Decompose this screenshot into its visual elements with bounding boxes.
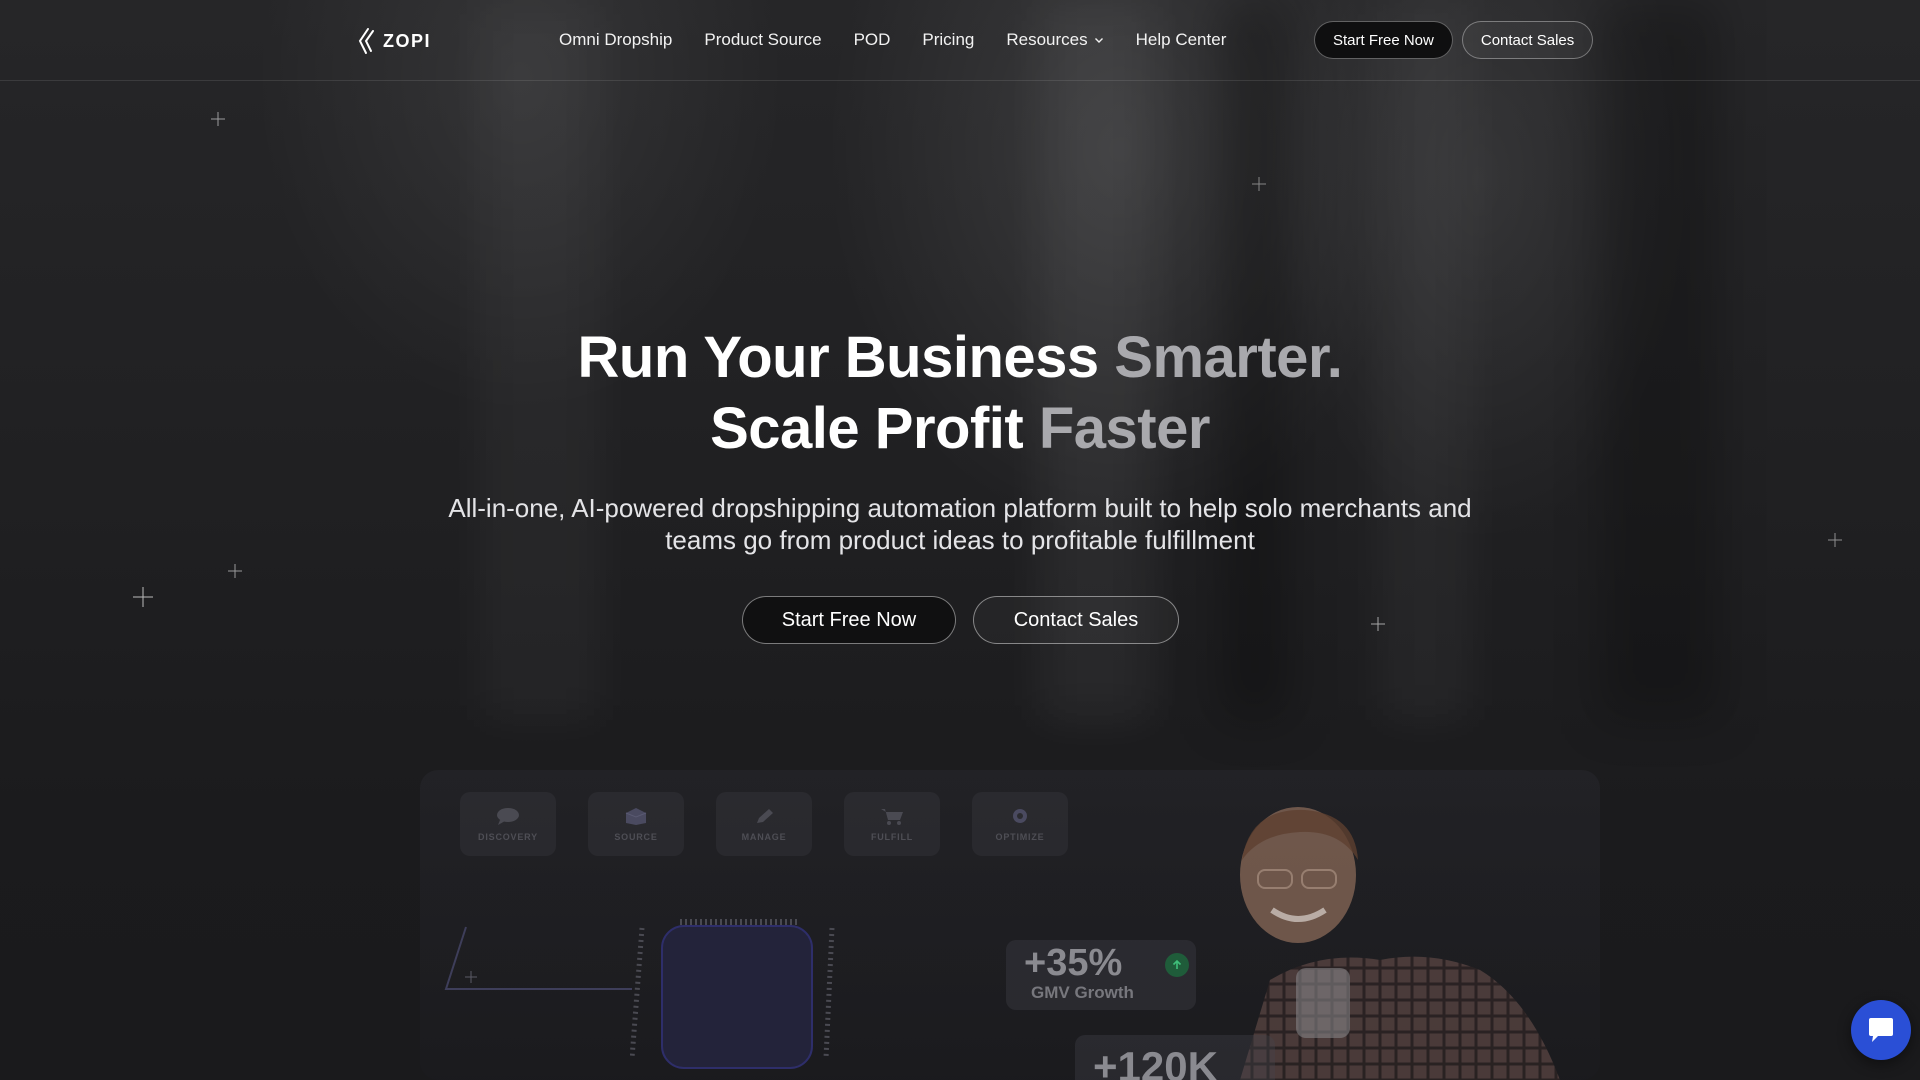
nav-item-resources-label: Resources	[1006, 30, 1088, 49]
logo-text: ZOPI	[383, 30, 432, 51]
site-header: ZOPI Omni Dropship Product Source POD Pr…	[0, 0, 1920, 81]
second-stat-card: +120K	[1075, 1035, 1275, 1080]
stage-manage: MANAGE	[716, 792, 812, 856]
hero-subtitle-line2: teams go from product ideas to profitabl…	[665, 525, 1255, 555]
hero-title-line2-white: Scale Profit	[710, 396, 1039, 461]
nav-item-help-center[interactable]: Help Center	[1136, 30, 1227, 50]
gear-icon	[1013, 809, 1027, 823]
header-contact-sales-button[interactable]: Contact Sales	[1461, 21, 1594, 59]
chat-icon	[1869, 1018, 1893, 1042]
nav-item-pricing[interactable]: Pricing	[922, 30, 974, 50]
hero-actions: Start Free Now Contact Sales	[742, 596, 1179, 644]
gmv-growth-value: +35%	[1024, 942, 1123, 984]
sparkle-icon	[228, 564, 242, 578]
stage-label: OPTIMIZE	[995, 832, 1045, 842]
hero-title: Run Your Business Smarter. Scale Profit …	[0, 322, 1920, 464]
hero-start-free-button[interactable]: Start Free Now	[742, 596, 956, 644]
header-start-free-button[interactable]: Start Free Now	[1314, 21, 1453, 59]
stage-source: SOURCE	[588, 792, 684, 856]
sparkle-icon	[1371, 617, 1385, 631]
sparkle-icon	[133, 587, 153, 607]
pen-icon	[757, 809, 773, 823]
stage-label: SOURCE	[614, 832, 658, 842]
hero-title-line2-gray: Faster	[1038, 396, 1211, 461]
chat-bubble-icon	[497, 808, 519, 825]
landing-page: ZOPI Omni Dropship Product Source POD Pr…	[0, 0, 1920, 1080]
sparkle-icon	[1252, 177, 1266, 191]
second-stat-value: +120K	[1093, 1043, 1218, 1080]
stage-label: MANAGE	[741, 832, 787, 842]
header-actions: Start Free Now Contact Sales	[1314, 21, 1594, 59]
sparkle-icon	[211, 112, 225, 126]
zopi-logo-icon	[358, 28, 374, 54]
nav-item-resources[interactable]: Resources	[1006, 30, 1103, 50]
nav-item-omni-dropship[interactable]: Omni Dropship	[559, 30, 672, 50]
hero-subtitle-line1: All-in-one, AI-powered dropshipping auto…	[448, 493, 1472, 523]
hero-contact-sales-button[interactable]: Contact Sales	[973, 596, 1179, 644]
hero-subtitle: All-in-one, AI-powered dropshipping auto…	[0, 492, 1920, 556]
gmv-growth-card: +35% GMV Growth	[1006, 940, 1196, 1010]
stage-discovery: DISCOVERY	[460, 792, 556, 856]
chip-graphic-icon	[630, 919, 835, 1069]
box-icon	[625, 808, 647, 825]
main-nav: Omni Dropship Product Source POD Pricing…	[559, 30, 1226, 50]
stage-label: FULFILL	[870, 832, 914, 842]
nav-item-pod[interactable]: POD	[854, 30, 891, 50]
chat-widget-button[interactable]	[1851, 1000, 1911, 1060]
hero-title-line1-white: Run Your Business	[577, 325, 1115, 390]
stage-label: DISCOVERY	[478, 832, 538, 842]
nav-item-product-source[interactable]: Product Source	[704, 30, 821, 50]
hero-title-line1-gray: Smarter.	[1114, 325, 1343, 390]
preview-panel-outline	[444, 926, 632, 990]
stage-optimize: OPTIMIZE	[972, 792, 1068, 856]
stage-fulfill: FULFILL	[844, 792, 940, 856]
chevron-down-icon	[1094, 38, 1103, 43]
gmv-growth-label: GMV Growth	[1031, 983, 1134, 1002]
cart-icon	[881, 809, 903, 825]
logo[interactable]: ZOPI	[355, 27, 431, 55]
